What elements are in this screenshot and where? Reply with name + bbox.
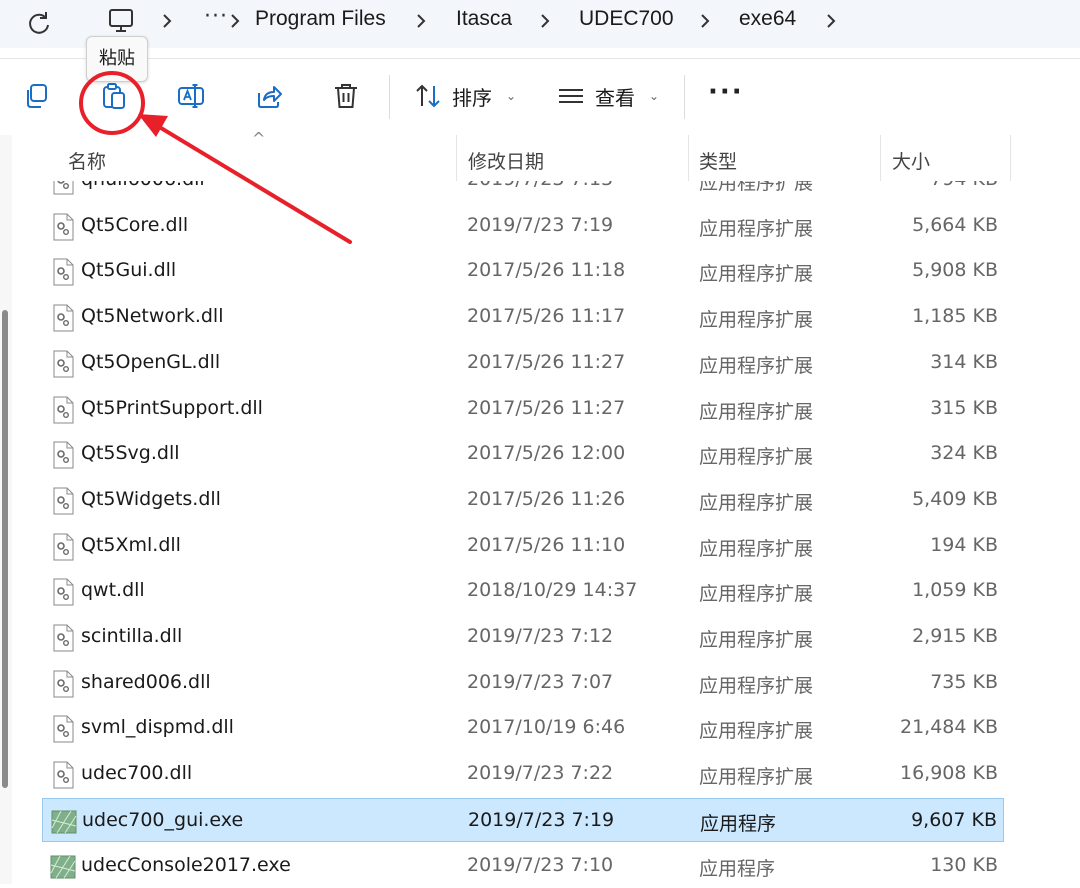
file-name: Qt5Xml.dll: [81, 533, 181, 556]
file-type: 应用程序扩展: [699, 400, 814, 423]
file-type: 应用程序扩展: [699, 217, 814, 240]
file-name: Qt5Svg.dll: [81, 442, 180, 465]
file-row[interactable]: Qt5Gui.dll 2017/5/26 11:18 应用程序扩展 5,908 KB: [42, 249, 1004, 293]
dll-file-icon: [53, 441, 74, 469]
file-name: Qt5PrintSupport.dll: [81, 396, 263, 419]
file-date-modified: 2017/10/19 6:46: [467, 716, 626, 739]
file-type: 应用程序: [699, 857, 776, 880]
file-size: 130 KB: [930, 853, 998, 876]
file-size: 794 KB: [930, 168, 998, 190]
file-name: udec700.dll: [81, 762, 193, 785]
file-row[interactable]: udecConsole2017.exe 2019/7/23 7:10 应用程序 130…: [42, 844, 1004, 888]
file-row[interactable]: svml_dispmd.dll 2017/10/19 6:46 应用程序扩展 21,4…: [42, 706, 1004, 750]
file-date-modified: 2017/5/26 11:27: [467, 396, 626, 419]
file-type: 应用程序扩展: [699, 720, 814, 743]
file-name: shared006.dll: [81, 670, 211, 693]
file-name: udecConsole2017.exe: [81, 853, 291, 876]
file-type: 应用程序扩展: [699, 309, 814, 332]
file-date-modified: 2017/5/26 11:26: [467, 487, 626, 510]
dll-file-icon: [53, 487, 74, 515]
file-size: 1,059 KB: [912, 579, 998, 602]
exe-file-icon: [51, 810, 77, 834]
file-date-modified: 2017/5/26 11:18: [467, 259, 626, 282]
file-row[interactable]: scintilla.dll 2019/7/23 7:12 应用程序扩展 2,915 K…: [42, 615, 1004, 659]
file-row-selected[interactable]: udec700_gui.exe 2019/7/23 7:19 应用程序 9,607 K…: [42, 797, 1004, 842]
dll-file-icon: [53, 624, 74, 652]
file-size: 194 KB: [930, 533, 998, 556]
file-type: 应用程序扩展: [699, 629, 814, 651]
file-size: 5,409 KB: [912, 487, 998, 510]
file-name: qwt.dll: [81, 579, 145, 602]
dll-file-icon: [53, 181, 74, 195]
file-date-modified: 2019/7/23 7:19: [467, 213, 614, 236]
file-type: 应用程序扩展: [699, 766, 814, 789]
dll-file-icon: [53, 258, 74, 286]
file-size: 315 KB: [930, 396, 998, 419]
file-name: udec700_gui.exe: [82, 808, 244, 831]
file-name: qhull6006.dll: [81, 168, 205, 190]
file-date-modified: 2019/7/23 7:19: [468, 808, 615, 831]
file-list: qhull6006.dll 2019/7/23 7:13 应用程序扩展 794 KB Q…: [0, 0, 1080, 884]
file-row[interactable]: qwt.dll 2018/10/29 14:37 应用程序扩展 1,059 KB: [42, 569, 1004, 613]
dll-file-icon: [53, 715, 74, 743]
file-row[interactable]: Qt5Core.dll 2019/7/23 7:19 应用程序扩展 5,664 KB: [42, 204, 1004, 248]
file-row[interactable]: Qt5OpenGL.dll 2017/5/26 11:27 应用程序扩展 314 KB: [42, 341, 1004, 385]
file-row[interactable]: Qt5Widgets.dll 2017/5/26 11:26 应用程序扩展 5,409…: [42, 478, 1004, 522]
dll-file-icon: [53, 670, 74, 698]
file-row[interactable]: shared006.dll 2019/7/23 7:07 应用程序扩展 735 KB: [42, 661, 1004, 705]
dll-file-icon: [53, 213, 74, 241]
file-date-modified: 2019/7/23 7:12: [467, 625, 614, 647]
file-name: Qt5Network.dll: [81, 305, 224, 328]
file-name: Qt5Widgets.dll: [81, 487, 221, 510]
file-row[interactable]: udec700.dll 2019/7/23 7:22 应用程序扩展 16,908 KB: [42, 752, 1004, 796]
file-row[interactable]: Qt5Xml.dll 2017/5/26 11:10 应用程序扩展 194 KB: [42, 524, 1004, 568]
file-type: 应用程序: [700, 812, 777, 835]
exe-file-icon: [50, 855, 76, 878]
file-date-modified: 2019/7/23 7:22: [467, 762, 614, 785]
file-size: 5,664 KB: [912, 213, 998, 236]
file-date-modified: 2017/5/26 11:10: [467, 533, 626, 556]
file-date-modified: 2017/5/26 12:00: [467, 442, 626, 465]
file-size: 314 KB: [930, 350, 998, 373]
file-date-modified: 2017/5/26 11:17: [467, 305, 626, 328]
file-name: scintilla.dll: [81, 625, 183, 647]
file-row[interactable]: qhull6006.dll 2019/7/23 7:13 应用程序扩展 794 KB: [42, 168, 1004, 202]
dll-file-icon: [53, 304, 74, 332]
dll-file-icon: [53, 578, 74, 606]
file-size: 5,908 KB: [912, 259, 998, 282]
file-name: Qt5OpenGL.dll: [81, 350, 221, 373]
file-row[interactable]: Qt5PrintSupport.dll 2017/5/26 11:27 应用程序扩展…: [42, 387, 1004, 431]
file-type: 应用程序扩展: [699, 446, 814, 469]
file-size: 735 KB: [930, 670, 998, 693]
file-type: 应用程序扩展: [699, 583, 814, 606]
file-date-modified: 2019/7/23 7:13: [467, 168, 614, 190]
file-name: Qt5Core.dll: [81, 213, 189, 236]
file-size: 1,185 KB: [912, 305, 998, 328]
file-size: 324 KB: [930, 442, 998, 465]
file-name: svml_dispmd.dll: [81, 716, 234, 739]
file-date-modified: 2018/10/29 14:37: [467, 579, 638, 602]
file-type: 应用程序扩展: [699, 537, 814, 560]
file-name: Qt5Gui.dll: [81, 259, 177, 282]
file-type: 应用程序扩展: [699, 263, 814, 286]
file-row[interactable]: Qt5Svg.dll 2017/5/26 12:00 应用程序扩展 324 KB: [42, 432, 1004, 476]
file-type: 应用程序扩展: [699, 354, 814, 377]
file-size: 21,484 KB: [899, 716, 998, 739]
file-type: 应用程序扩展: [699, 674, 814, 697]
file-date-modified: 2017/5/26 11:27: [467, 350, 626, 373]
dll-file-icon: [53, 761, 74, 789]
file-size: 9,607 KB: [911, 808, 997, 831]
file-date-modified: 2019/7/23 7:07: [467, 670, 614, 693]
file-size: 2,915 KB: [912, 625, 998, 647]
dll-file-icon: [53, 396, 74, 423]
file-row[interactable]: Qt5Network.dll 2017/5/26 11:17 应用程序扩展 1,185…: [42, 295, 1004, 339]
file-type: 应用程序扩展: [699, 491, 814, 514]
file-size: 16,908 KB: [899, 762, 998, 785]
file-date-modified: 2019/7/23 7:10: [467, 853, 614, 876]
dll-file-icon: [53, 533, 74, 561]
dll-file-icon: [53, 350, 74, 378]
file-type: 应用程序扩展: [699, 172, 814, 194]
